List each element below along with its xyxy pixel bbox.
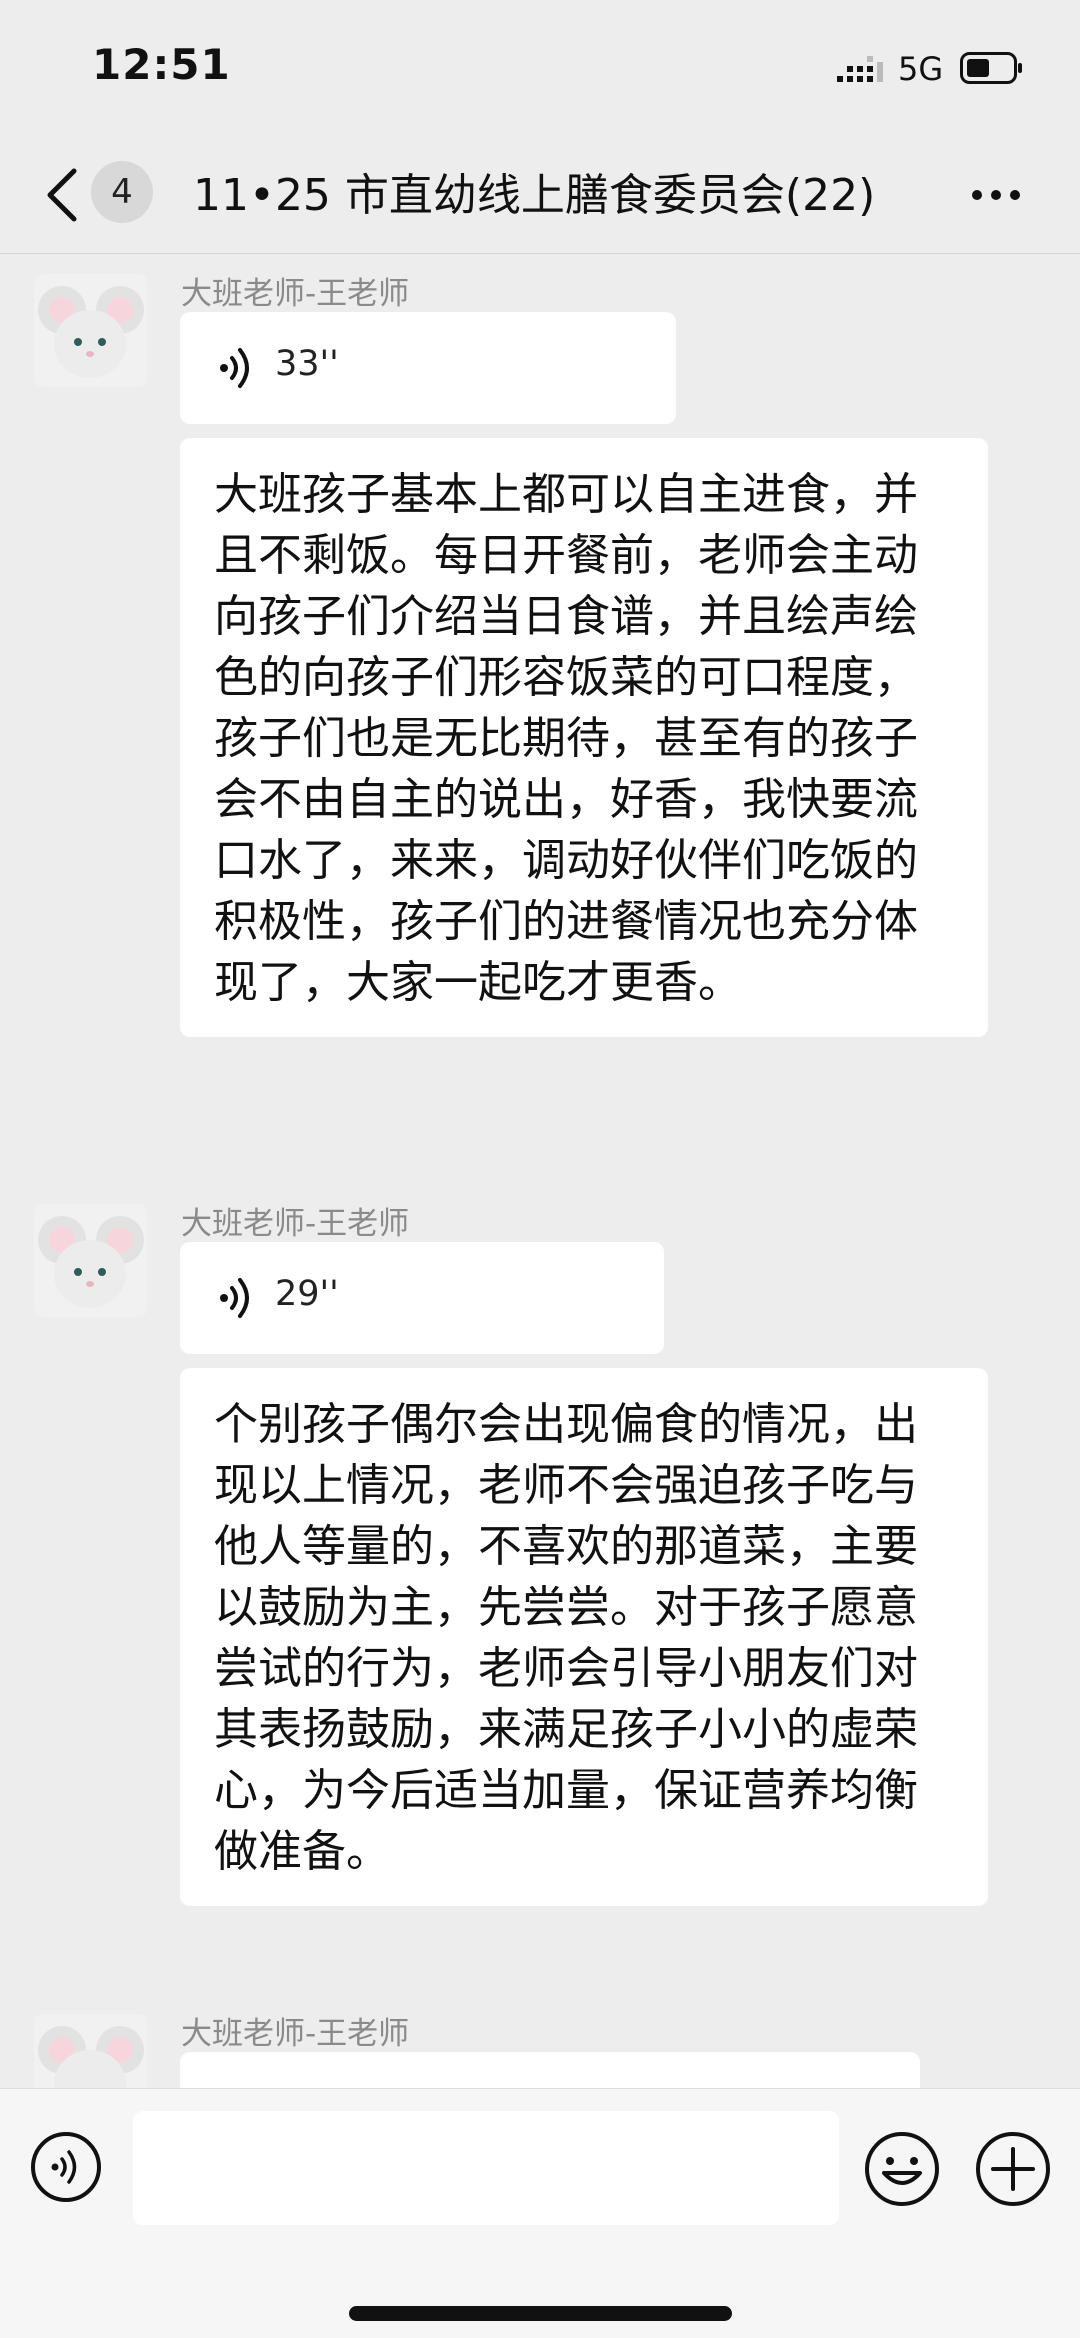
chat-header: 4 11•25 市直幼线上膳食委员会(22) bbox=[0, 135, 1080, 254]
chat-message-list[interactable]: 大班老师-王老师 33'' 大班孩子基本上都可以自主进食，并且不剩饭。每日开餐前… bbox=[0, 254, 1080, 2088]
chat-input-bar bbox=[0, 2088, 1080, 2338]
voice-message-bubble[interactable]: 29'' bbox=[180, 1242, 664, 1354]
network-type: 5G bbox=[898, 50, 944, 88]
voice-input-icon[interactable] bbox=[30, 2131, 102, 2203]
smiley-icon[interactable] bbox=[864, 2131, 940, 2207]
battery-icon bbox=[960, 52, 1022, 84]
sender-name: 大班老师-王老师 bbox=[181, 2016, 410, 2052]
status-time: 12:51 bbox=[92, 40, 231, 89]
voice-message-bubble[interactable]: 33'' bbox=[180, 312, 676, 424]
avatar[interactable] bbox=[34, 2014, 147, 2088]
sender-name: 大班老师-王老师 bbox=[181, 1206, 410, 1242]
signal-strength-icon bbox=[837, 56, 883, 82]
voice-duration: 33'' bbox=[275, 344, 339, 384]
voice-wave-icon bbox=[220, 348, 249, 388]
avatar[interactable] bbox=[34, 1204, 147, 1317]
sender-name: 大班老师-王老师 bbox=[181, 276, 410, 312]
chevron-left-icon[interactable] bbox=[38, 165, 90, 225]
voice-duration: 29'' bbox=[275, 1274, 339, 1314]
unread-count-badge[interactable]: 4 bbox=[91, 161, 153, 223]
status-bar: 12:51 5G bbox=[0, 0, 1080, 135]
home-indicator[interactable] bbox=[349, 2306, 732, 2321]
voice-wave-icon bbox=[220, 1278, 249, 1318]
plus-circle-icon[interactable] bbox=[975, 2131, 1051, 2207]
avatar[interactable] bbox=[34, 274, 147, 387]
text-message-bubble[interactable] bbox=[180, 2052, 920, 2088]
text-message-bubble[interactable]: 大班孩子基本上都可以自主进食，并且不剩饭。每日开餐前，老师会主动向孩子们介绍当日… bbox=[180, 438, 988, 1037]
mouse-avatar-icon bbox=[38, 286, 144, 378]
chat-title: 11•25 市直幼线上膳食委员会(22) bbox=[193, 170, 876, 221]
text-message-bubble[interactable]: 个别孩子偶尔会出现偏食的情况，出现以上情况，老师不会强迫孩子吃与他人等量的，不喜… bbox=[180, 1368, 988, 1906]
mouse-avatar-icon bbox=[38, 2026, 144, 2088]
more-dots-icon[interactable] bbox=[972, 185, 1032, 201]
mouse-avatar-icon bbox=[38, 1216, 144, 1308]
message-input[interactable] bbox=[133, 2111, 839, 2225]
